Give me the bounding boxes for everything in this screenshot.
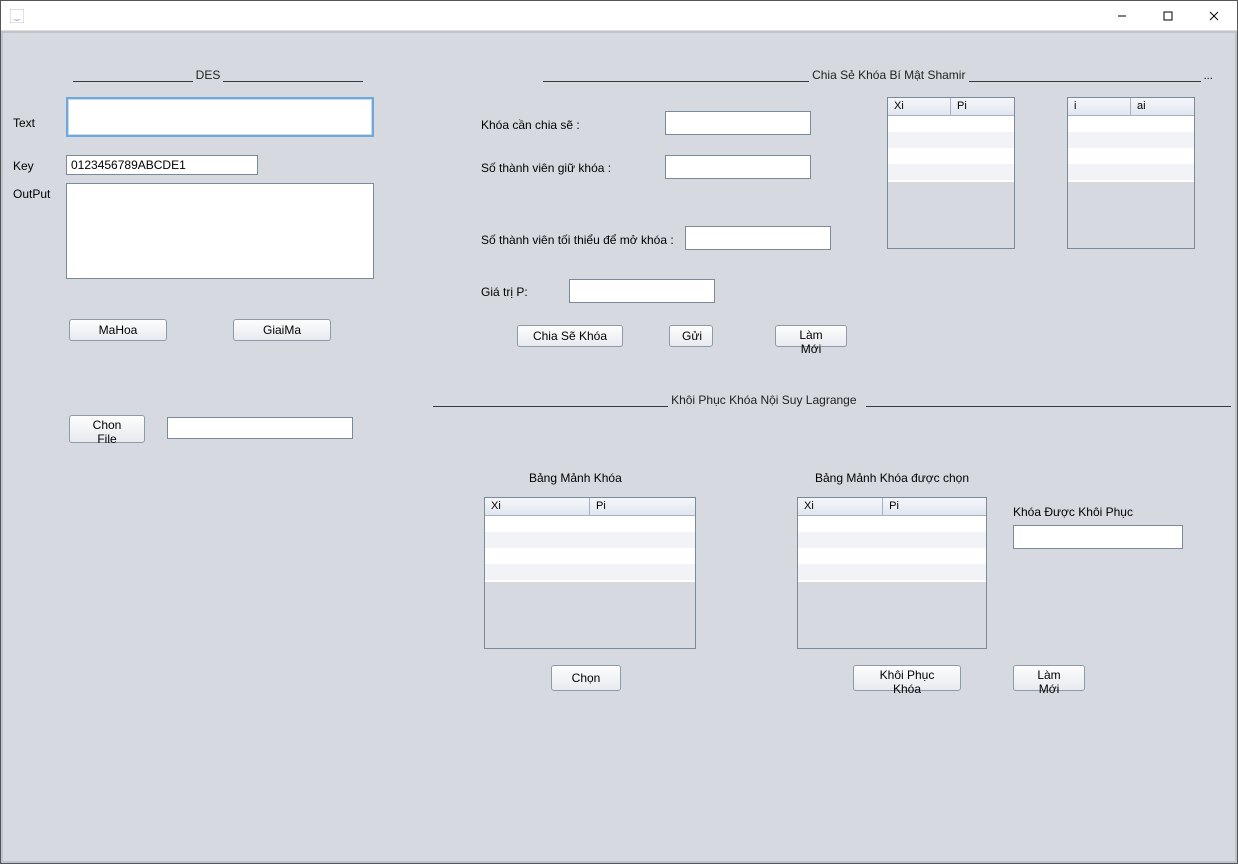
sharekey-button[interactable]: Chia Sẽ Khóa	[517, 325, 623, 347]
lagrange-section-header: Khôi Phục Khóa Nội Suy Lagrange	[433, 393, 1233, 407]
shamir-i-ai-table[interactable]: i ai	[1067, 97, 1195, 249]
minmembers-label: Số thành viên tối thiểu để mở khóa :	[481, 233, 674, 247]
output-textarea[interactable]	[66, 183, 374, 279]
table-left-title: Bảng Mảnh Khóa	[529, 471, 622, 485]
key-input[interactable]	[66, 155, 258, 175]
selected-fragment-table[interactable]: Xi Pi	[797, 497, 987, 649]
table-row	[888, 164, 1014, 180]
table-row	[1068, 164, 1194, 180]
shamir-xi-pi-table[interactable]: Xi Pi	[887, 97, 1015, 249]
table-row	[798, 516, 986, 532]
th-xi: Xi	[888, 98, 951, 116]
recover-button[interactable]: Khôi Phục Khóa	[853, 665, 961, 691]
keyshare-input[interactable]	[665, 111, 811, 135]
table-row	[888, 148, 1014, 164]
table-row	[485, 564, 695, 580]
recovered-key-input[interactable]	[1013, 525, 1183, 549]
chon-button[interactable]: Chọn	[551, 665, 621, 691]
giaima-button[interactable]: GiaiMa	[233, 319, 331, 341]
table-row	[798, 548, 986, 564]
file-input[interactable]	[167, 417, 353, 439]
th-xi: Xi	[798, 498, 883, 516]
send-button[interactable]: Gửi	[669, 325, 713, 347]
table-row	[798, 532, 986, 548]
th-xi: Xi	[485, 498, 590, 516]
keyshare-label: Khóa cần chia sẽ :	[481, 118, 580, 132]
table-row	[888, 132, 1014, 148]
des-section-title: DES	[196, 68, 221, 82]
table-row	[1068, 132, 1194, 148]
table-row	[798, 564, 986, 580]
th-pi: Pi	[883, 498, 986, 516]
maximize-button[interactable]	[1145, 1, 1191, 30]
table-row	[485, 532, 695, 548]
app-window: DES Text Key OutPut MaHoa GiaiMa Chon Fi…	[0, 0, 1238, 864]
members-label: Số thành viên giữ khóa :	[481, 161, 611, 175]
table-row	[485, 548, 695, 564]
window-controls	[1099, 1, 1237, 30]
table-row	[1068, 148, 1194, 164]
key-label: Key	[13, 159, 34, 173]
mahoa-button[interactable]: MaHoa	[69, 319, 167, 341]
th-ai: ai	[1131, 98, 1194, 116]
titlebar	[1, 1, 1237, 31]
members-input[interactable]	[665, 155, 811, 179]
lagrange-reset-button[interactable]: Làm Mới	[1013, 665, 1085, 691]
fragment-table[interactable]: Xi Pi	[484, 497, 696, 649]
shamir-section-title: Chia Sẻ Khóa Bí Mật Shamir	[812, 68, 965, 82]
table-row	[888, 116, 1014, 132]
th-pi: Pi	[590, 498, 695, 516]
minimize-button[interactable]	[1099, 1, 1145, 30]
recovered-label: Khóa Được Khôi Phục	[1013, 505, 1133, 519]
th-pi: Pi	[951, 98, 1014, 116]
output-label: OutPut	[13, 187, 50, 201]
client-area: DES Text Key OutPut MaHoa GiaiMa Chon Fi…	[1, 31, 1237, 863]
text-input[interactable]	[66, 97, 374, 137]
p-input[interactable]	[569, 279, 715, 303]
table-right-title: Bảng Mảnh Khóa được chọn	[815, 471, 969, 485]
table-row	[485, 516, 695, 532]
shamir-section-header: Chia Sẻ Khóa Bí Mật Shamir ...	[543, 68, 1233, 82]
des-section-header: DES	[63, 68, 373, 82]
java-app-icon	[9, 8, 25, 24]
th-i: i	[1068, 98, 1131, 116]
table-row	[1068, 116, 1194, 132]
close-button[interactable]	[1191, 1, 1237, 30]
chonfile-button[interactable]: Chon File	[69, 415, 145, 443]
text-label: Text	[13, 116, 35, 130]
minmembers-input[interactable]	[685, 226, 831, 250]
shamir-reset-button[interactable]: Làm Mới	[775, 325, 847, 347]
p-label: Giá trị P:	[481, 285, 528, 299]
lagrange-section-title: Khôi Phục Khóa Nội Suy Lagrange	[671, 393, 856, 407]
